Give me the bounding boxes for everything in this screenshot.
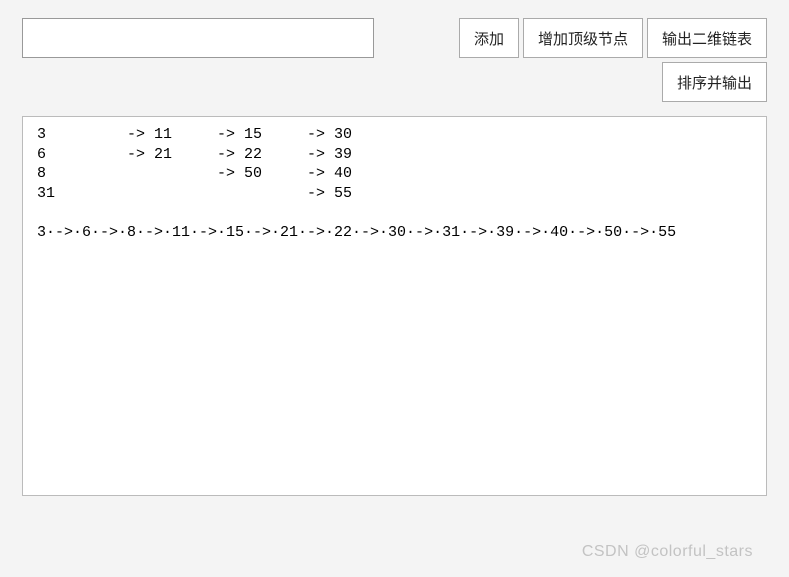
button-group: 添加 增加顶级节点 输出二维链表 排序并输出	[397, 18, 767, 102]
output-2d-linkedlist-button[interactable]: 输出二维链表	[647, 18, 767, 58]
node-input[interactable]	[22, 18, 374, 58]
add-button[interactable]: 添加	[459, 18, 519, 58]
watermark-label: CSDN @colorful_stars	[582, 543, 753, 561]
sort-and-output-button[interactable]: 排序并输出	[662, 62, 767, 102]
toolbar: 添加 增加顶级节点 输出二维链表 排序并输出	[22, 18, 767, 102]
output-area: 3 -> 11 -> 15 -> 30 6 -> 21 -> 22 -> 39 …	[22, 116, 767, 496]
toolbar-row2: 排序并输出	[397, 62, 767, 102]
add-top-node-button[interactable]: 增加顶级节点	[523, 18, 643, 58]
